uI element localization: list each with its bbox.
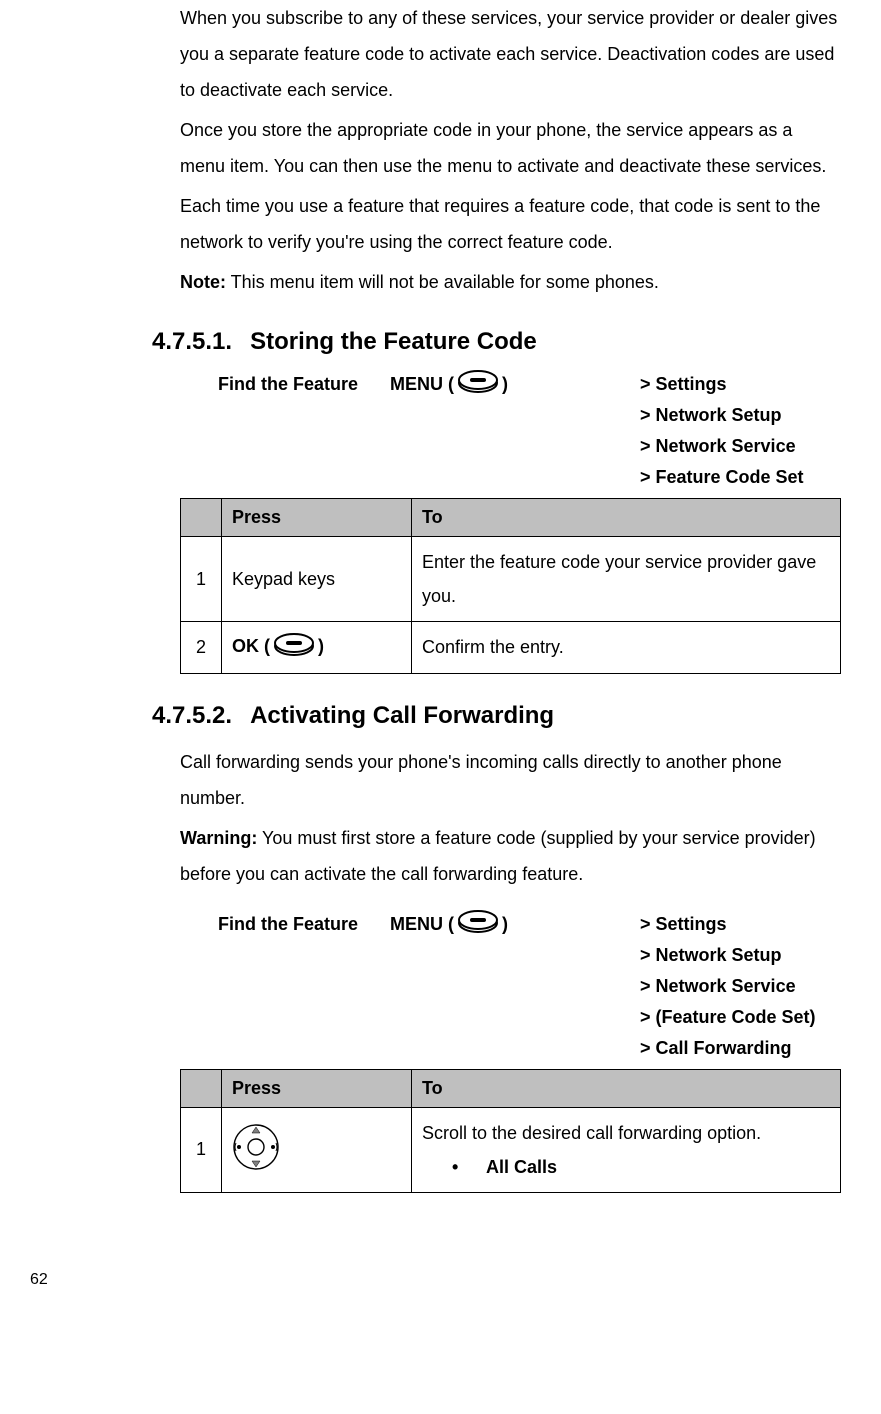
note-text: This menu item will not be available for… bbox=[226, 272, 659, 292]
nav-path-line: > Network Setup bbox=[640, 945, 841, 966]
intro-note: Note: This menu item will not be availab… bbox=[180, 264, 841, 300]
nav-path-line: > (Feature Code Set) bbox=[640, 1007, 841, 1028]
softkey-icon bbox=[456, 370, 500, 399]
to-cell: Scroll to the desired call forwarding op… bbox=[412, 1107, 841, 1192]
find-feature-block-2: Find the Feature MENU ( ) > Settings > N… bbox=[218, 910, 841, 1059]
find-feature-label: Find the Feature bbox=[218, 374, 390, 395]
menu-prefix: MENU ( bbox=[390, 914, 454, 935]
nav-pad-icon bbox=[232, 1155, 280, 1175]
press-cell: Keypad keys bbox=[222, 537, 412, 622]
press-cell: OK ( ) bbox=[222, 622, 412, 673]
press-cell bbox=[222, 1107, 412, 1192]
table-header-to: To bbox=[412, 1069, 841, 1107]
to-cell: Enter the feature code your service prov… bbox=[412, 537, 841, 622]
step-number: 1 bbox=[181, 1107, 222, 1192]
menu-suffix: ) bbox=[502, 914, 508, 935]
section2-paragraph-1: Call forwarding sends your phone's incom… bbox=[180, 744, 841, 816]
nav-path-line: > Network Service bbox=[640, 436, 841, 457]
find-feature-block-1: Find the Feature MENU ( ) > Settings > N… bbox=[218, 370, 841, 488]
menu-instruction: MENU ( ) bbox=[390, 910, 640, 939]
section-heading-1: 4.7.5.1. Storing the Feature Code bbox=[152, 328, 841, 356]
table-header-num bbox=[181, 1069, 222, 1107]
section-heading-2: 4.7.5.2. Activating Call Forwarding bbox=[152, 702, 841, 730]
steps-table-1: Press To 1 Keypad keys Enter the feature… bbox=[180, 498, 841, 674]
intro-paragraph-2: Once you store the appropriate code in y… bbox=[180, 112, 841, 184]
softkey-icon bbox=[272, 633, 316, 662]
nav-path-line: > Network Service bbox=[640, 976, 841, 997]
table-row: 1 Keypad keys Enter the feature code you… bbox=[181, 537, 841, 622]
table-header-press: Press bbox=[222, 1069, 412, 1107]
nav-path-line: > Settings bbox=[640, 914, 841, 935]
to-cell: Confirm the entry. bbox=[412, 622, 841, 673]
section2-warning: Warning: You must first store a feature … bbox=[180, 820, 841, 892]
section-title-2: Activating Call Forwarding bbox=[250, 702, 554, 729]
table-header-press: Press bbox=[222, 499, 412, 537]
table-header-to: To bbox=[412, 499, 841, 537]
section-number-2: 4.7.5.2. bbox=[152, 702, 232, 730]
step-number: 2 bbox=[181, 622, 222, 673]
bullet-icon: • bbox=[452, 1150, 486, 1184]
ok-prefix: OK ( bbox=[232, 636, 270, 656]
intro-paragraph-3: Each time you use a feature that require… bbox=[180, 188, 841, 260]
note-label: Note: bbox=[180, 272, 226, 292]
warning-text: You must first store a feature code (sup… bbox=[180, 828, 816, 884]
section-number-1: 4.7.5.1. bbox=[152, 328, 232, 356]
table-row: 1 Scroll to the desired cal bbox=[181, 1107, 841, 1192]
page-number: 62 bbox=[30, 1271, 881, 1289]
section-title-1: Storing the Feature Code bbox=[250, 328, 537, 355]
menu-prefix: MENU ( bbox=[390, 374, 454, 395]
step-number: 1 bbox=[181, 537, 222, 622]
table-row: 2 OK ( ) Confirm the entry. bbox=[181, 622, 841, 673]
ok-suffix: ) bbox=[318, 636, 324, 656]
steps-table-2: Press To 1 bbox=[180, 1069, 841, 1193]
nav-path-line: > Settings bbox=[640, 374, 841, 395]
softkey-icon bbox=[456, 910, 500, 939]
table-header-num bbox=[181, 499, 222, 537]
nav-path-line: > Feature Code Set bbox=[640, 467, 841, 488]
bullet-text: All Calls bbox=[486, 1150, 557, 1184]
menu-suffix: ) bbox=[502, 374, 508, 395]
bullet-item: • All Calls bbox=[452, 1150, 830, 1184]
warning-label: Warning: bbox=[180, 828, 257, 848]
menu-instruction: MENU ( ) bbox=[390, 370, 640, 399]
nav-path-line: > Network Setup bbox=[640, 405, 841, 426]
intro-paragraph-1: When you subscribe to any of these servi… bbox=[180, 0, 841, 108]
find-feature-label: Find the Feature bbox=[218, 914, 390, 935]
nav-path-line: > Call Forwarding bbox=[640, 1038, 841, 1059]
to-text: Scroll to the desired call forwarding op… bbox=[422, 1116, 830, 1150]
